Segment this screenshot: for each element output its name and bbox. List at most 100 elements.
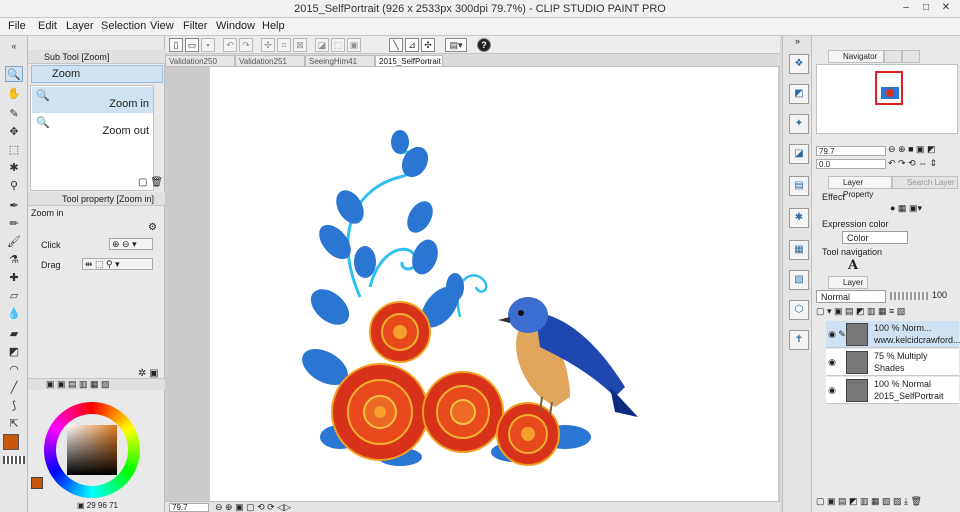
sub-tool-zoom-out[interactable]: 🔍 Zoom out: [32, 114, 153, 140]
close-button[interactable]: ✕: [938, 1, 954, 16]
minimize-button[interactable]: –: [898, 1, 914, 16]
eraser-tool-icon[interactable]: ▱: [5, 288, 23, 304]
brush-tool-icon[interactable]: 🖌: [5, 234, 23, 250]
eye-icon[interactable]: ◉: [826, 357, 838, 368]
transform-icon[interactable]: ⌗: [277, 38, 291, 52]
sub-tool-zoom-in[interactable]: 🔍 Zoom in: [32, 87, 153, 113]
hand-tool-icon[interactable]: ✋: [5, 86, 23, 102]
figure-tool-icon[interactable]: ◠: [5, 362, 23, 378]
text-tool-icon[interactable]: ⇱: [5, 416, 23, 432]
navigator-zoom-buttons[interactable]: ⊖ ⊕ ■ ▣ ◩: [888, 144, 936, 155]
tab-2015-selfportrait[interactable]: 2015_SelfPortrait: [375, 55, 443, 67]
decoration-tool-icon[interactable]: ✚: [5, 270, 23, 286]
navigator-rotate-buttons[interactable]: ↶ ↷ ⟲ ⇔ ⇕: [888, 158, 937, 169]
invert-selection-icon[interactable]: ⬚: [331, 38, 345, 52]
saturation-value-square[interactable]: [67, 425, 117, 475]
navigator-rotation-field[interactable]: 0.0: [816, 159, 886, 169]
material-panel-icon[interactable]: ❖: [789, 54, 809, 74]
sub-tool-group-zoom[interactable]: Zoom: [31, 65, 163, 83]
navigator-viewport[interactable]: [875, 71, 903, 105]
tab-validation251[interactable]: Validation251: [235, 55, 305, 67]
save-icon[interactable]: ▪: [201, 38, 215, 52]
layer-option-buttons[interactable]: ▢ ▾ ▣ ▤ ◩ ▥ ▦ ≡ ▧: [816, 306, 905, 317]
material-color-icon[interactable]: ◩: [789, 84, 809, 104]
tab-search-layer[interactable]: Search Layer: [892, 176, 958, 189]
quick-access-icon[interactable]: ▤▾: [445, 38, 467, 52]
zoom-value[interactable]: 79.7: [169, 503, 209, 512]
layer-footer-buttons[interactable]: ▢ ▣ ▤ ◩ ▥ ▦ ▧ ▨ ⤓ 🗑: [816, 496, 922, 507]
blend-tool-icon[interactable]: 💧: [5, 306, 23, 322]
drag-mode-selector[interactable]: ⇹ ⬚ ⚲ ▾: [82, 258, 153, 270]
pipette-icon[interactable]: ⚲: [5, 178, 23, 194]
menu-window[interactable]: Window: [216, 20, 255, 32]
fill-tool-icon[interactable]: ▰: [5, 326, 23, 342]
menu-selection[interactable]: Selection: [101, 20, 146, 32]
menu-edit[interactable]: Edit: [38, 20, 57, 32]
material-monochrome-icon[interactable]: ✦: [789, 114, 809, 134]
selection-border-icon[interactable]: ▣: [347, 38, 361, 52]
material-tone-icon[interactable]: ◪: [789, 144, 809, 164]
tool-property-settings-icon[interactable]: ⚙: [148, 222, 157, 233]
layer-row-selfportrait[interactable]: ◉ 100 % Normal 2015_SelfPortrait: [826, 377, 959, 404]
current-color-swatch[interactable]: [31, 477, 43, 489]
crop-icon[interactable]: ◪: [315, 38, 329, 52]
menu-help[interactable]: Help: [262, 20, 285, 32]
layer-row-shades[interactable]: ◉ 75 % Multiply Shades: [826, 349, 959, 376]
move-tool-icon[interactable]: ✥: [5, 124, 23, 140]
material-manga-icon[interactable]: ✱: [789, 208, 809, 228]
ruler-tool-icon[interactable]: ⟆: [5, 398, 23, 414]
tab-layer[interactable]: Layer: [828, 276, 868, 289]
collapse-strip-icon[interactable]: »: [795, 36, 800, 46]
tab-validation250[interactable]: Validation250: [165, 55, 235, 67]
new-file-icon[interactable]: ▯: [169, 38, 183, 52]
text-tool-nav-icon[interactable]: A: [848, 258, 858, 273]
canvas-paper[interactable]: [210, 67, 778, 501]
expression-color-select[interactable]: Color: [842, 231, 908, 244]
material-3d-icon[interactable]: ⬡: [789, 300, 809, 320]
undo-icon[interactable]: ↶: [223, 38, 237, 52]
zoom-tool-icon[interactable]: 🔍: [5, 66, 23, 82]
opacity-value[interactable]: 100: [932, 290, 947, 300]
pencil-tool-icon[interactable]: ✏: [5, 216, 23, 232]
snap-special-ruler-icon[interactable]: ⊿: [405, 38, 419, 52]
opacity-slider[interactable]: [890, 292, 930, 300]
redo-icon[interactable]: ↷: [239, 38, 253, 52]
selection-tool-icon[interactable]: ⬚: [5, 142, 23, 158]
tab-navigator[interactable]: Navigator: [828, 50, 884, 63]
tab-info[interactable]: [902, 50, 920, 63]
open-file-icon[interactable]: ▭: [185, 38, 199, 52]
navigator-zoom-field[interactable]: 79.7: [816, 146, 886, 156]
tab-seeinghim41[interactable]: SeeingHim41: [305, 55, 375, 67]
help-icon[interactable]: ?: [477, 38, 491, 52]
material-image-icon[interactable]: ▤: [789, 176, 809, 196]
airbrush-tool-icon[interactable]: ⚗: [5, 252, 23, 268]
tab-sub-view[interactable]: [884, 50, 902, 63]
clear-icon[interactable]: ✣: [261, 38, 275, 52]
layer-row-watermark[interactable]: ◉ ✎ 100 % Norm... www.kelcidcrawford...: [826, 321, 960, 348]
navigator-preview[interactable]: [816, 64, 958, 134]
click-mode-selector[interactable]: ⊕ ⊖ ▾: [109, 238, 153, 250]
maximize-button[interactable]: □: [918, 1, 934, 16]
menu-view[interactable]: View: [150, 20, 174, 32]
menu-file[interactable]: File: [8, 20, 26, 32]
snap-grid-icon[interactable]: ✣: [421, 38, 435, 52]
pen-tool-icon[interactable]: ✒: [5, 198, 23, 214]
blend-mode-select[interactable]: Normal: [816, 290, 886, 303]
eye-icon[interactable]: ◉: [826, 385, 838, 396]
snap-ruler-icon[interactable]: ╲: [389, 38, 403, 52]
eyedropper-tool-icon[interactable]: ✎: [5, 106, 23, 122]
material-frame-icon[interactable]: ▦: [789, 240, 809, 260]
main-color-swatch[interactable]: [3, 434, 19, 450]
effect-buttons[interactable]: ● ▦ ▣▾: [890, 203, 922, 214]
tab-layer-property[interactable]: Layer Property: [828, 176, 892, 199]
menu-layer[interactable]: Layer: [66, 20, 94, 32]
color-panel-tabs[interactable]: ▣ ▣ ▤ ▥ ▦ ▧: [28, 378, 165, 390]
gradient-tool-icon[interactable]: ◩: [5, 344, 23, 360]
line-tool-icon[interactable]: ╱: [5, 380, 23, 396]
deselect-icon[interactable]: ⊠: [293, 38, 307, 52]
sub-tool-menu-icons[interactable]: ▢ 🗑: [138, 177, 163, 188]
material-framing-icon[interactable]: ▧: [789, 270, 809, 290]
menu-filter[interactable]: Filter: [183, 20, 207, 32]
transparent-color-icon[interactable]: [3, 456, 25, 464]
status-controls[interactable]: ⊖ ⊕ ▣ ▢ ⟲ ⟳ ◁▷: [215, 502, 291, 512]
